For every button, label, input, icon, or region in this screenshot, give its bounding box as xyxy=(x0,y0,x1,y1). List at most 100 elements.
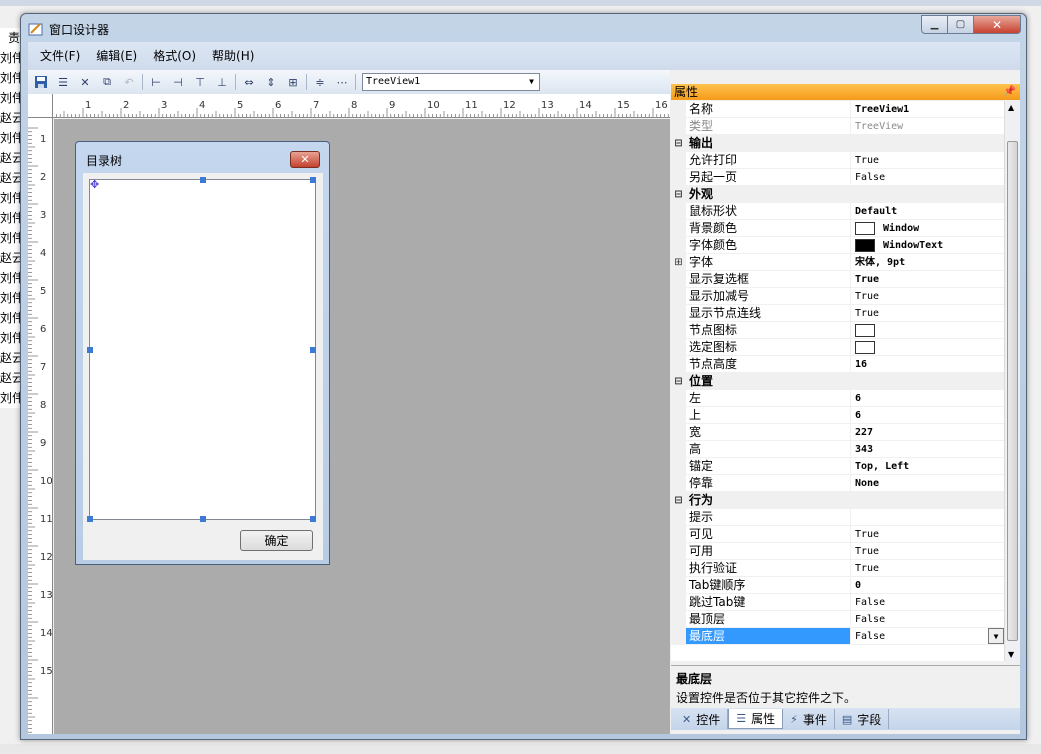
property-row[interactable]: 允许打印 True xyxy=(671,152,1004,169)
property-value[interactable]: False xyxy=(851,611,1004,627)
property-row[interactable]: 可见 True xyxy=(671,526,1004,543)
property-row[interactable]: 左6 xyxy=(671,390,1004,407)
expand-icon[interactable]: ⊞ xyxy=(671,254,686,270)
control-selector-combo[interactable]: TreeView1 ▼ xyxy=(362,73,540,91)
collapse-icon[interactable]: ⊟ xyxy=(671,186,686,202)
property-row[interactable]: 执行验证 True xyxy=(671,560,1004,577)
undo-icon[interactable]: ↶ xyxy=(118,72,140,92)
property-value[interactable]: Default xyxy=(851,203,1004,219)
pin-icon[interactable]: 📌 xyxy=(1004,84,1016,100)
resize-handle[interactable] xyxy=(87,347,93,353)
same-height-icon[interactable]: ⇕ xyxy=(260,72,282,92)
ok-button[interactable]: 确定 xyxy=(240,530,313,551)
property-value[interactable]: True xyxy=(851,305,1004,321)
property-row[interactable]: 最底层 False ▼ xyxy=(671,628,1004,645)
property-value[interactable]: 343 xyxy=(851,441,1004,457)
property-category[interactable]: ⊟ 输出 xyxy=(671,135,1004,152)
resize-handle[interactable] xyxy=(200,177,206,183)
horizontal-spacing-icon[interactable]: ⋯ xyxy=(331,72,353,92)
property-value[interactable] xyxy=(851,509,1004,525)
scroll-down-icon[interactable]: ▼ xyxy=(1008,650,1014,659)
align-left-icon[interactable]: ⊢ xyxy=(145,72,167,92)
resize-handle[interactable] xyxy=(310,516,316,522)
property-row[interactable]: ⊞ 字体 宋体, 9pt xyxy=(671,254,1004,271)
align-right-icon[interactable]: ⊣ xyxy=(167,72,189,92)
property-row[interactable]: 名称 TreeView1 xyxy=(671,101,1004,118)
property-row[interactable]: Tab键顺序 0 xyxy=(671,577,1004,594)
vertical-spacing-icon[interactable]: ≑ xyxy=(309,72,331,92)
menu-help[interactable]: 帮助(H) xyxy=(204,45,262,67)
tab-properties[interactable]: ☰ 属性 xyxy=(728,709,784,729)
property-value[interactable]: True xyxy=(851,271,1004,287)
menu-format[interactable]: 格式(O) xyxy=(145,45,204,67)
property-value[interactable]: TreeView xyxy=(851,118,1004,134)
resize-handle[interactable] xyxy=(310,177,316,183)
property-value[interactable]: True xyxy=(851,288,1004,304)
title-bar[interactable]: 窗口设计器 ▁ ▢ ✕ xyxy=(21,14,1026,42)
property-value[interactable]: True xyxy=(851,526,1004,542)
property-row[interactable]: 节点图标 xyxy=(671,322,1004,339)
treeview-control[interactable]: ✥ xyxy=(87,177,316,522)
resize-handle[interactable] xyxy=(87,516,93,522)
property-value[interactable]: 227 xyxy=(851,424,1004,440)
property-row[interactable]: 高 343 xyxy=(671,441,1004,458)
collapse-icon[interactable]: ⊟ xyxy=(671,373,686,389)
property-row[interactable]: 节点高度 16 xyxy=(671,356,1004,373)
property-row[interactable]: 类型 TreeView xyxy=(671,118,1004,135)
chevron-down-icon[interactable]: ▼ xyxy=(988,628,1004,644)
property-value[interactable]: True xyxy=(851,560,1004,576)
property-value[interactable]: 0 xyxy=(851,577,1004,593)
property-row[interactable]: 选定图标 xyxy=(671,339,1004,356)
property-row[interactable]: 锚定 Top, Left xyxy=(671,458,1004,475)
property-row[interactable]: 显示加减号 True xyxy=(671,288,1004,305)
collapse-icon[interactable]: ⊟ xyxy=(671,135,686,151)
tab-fields[interactable]: ▤ 字段 xyxy=(835,709,890,729)
property-category[interactable]: ⊟ 外观 xyxy=(671,186,1004,203)
tab-events[interactable]: ⚡ 事件 xyxy=(783,709,835,729)
collapse-icon[interactable]: ⊟ xyxy=(671,492,686,508)
same-size-icon[interactable]: ⊞ xyxy=(282,72,304,92)
property-row[interactable]: 可用 True xyxy=(671,543,1004,560)
property-row[interactable]: 显示复选框 True xyxy=(671,271,1004,288)
close-button[interactable]: ✕ xyxy=(974,15,1021,34)
property-row[interactable]: 另起一页 False xyxy=(671,169,1004,186)
property-row[interactable]: 背景颜色 Window xyxy=(671,220,1004,237)
design-form-close-icon[interactable]: ✕ xyxy=(290,151,320,168)
property-row[interactable]: 字体颜色 WindowText xyxy=(671,237,1004,254)
property-value[interactable]: WindowText xyxy=(851,237,1004,253)
property-value[interactable] xyxy=(851,322,1004,338)
property-value[interactable]: 16 xyxy=(851,356,1004,372)
scrollbar-thumb[interactable] xyxy=(1007,141,1018,641)
property-value[interactable]: 6 xyxy=(851,407,1004,423)
property-value[interactable]: False xyxy=(851,594,1004,610)
property-row[interactable]: 上6 xyxy=(671,407,1004,424)
design-form[interactable]: 目录树 ✕ ✥ 确定 xyxy=(75,141,330,565)
property-row[interactable]: 停靠 None xyxy=(671,475,1004,492)
property-value[interactable] xyxy=(851,339,1004,355)
minimize-button[interactable]: ▁ xyxy=(921,15,948,34)
align-top-icon[interactable]: ⊤ xyxy=(189,72,211,92)
resize-handle[interactable] xyxy=(310,347,316,353)
property-category[interactable]: ⊟ 位置 xyxy=(671,373,1004,390)
same-width-icon[interactable]: ⇔ xyxy=(238,72,260,92)
property-value[interactable]: Window xyxy=(851,220,1004,236)
property-value[interactable]: None xyxy=(851,475,1004,491)
property-row[interactable]: 显示节点连线 True xyxy=(671,305,1004,322)
property-value[interactable]: 宋体, 9pt xyxy=(851,254,1004,270)
copy-icon[interactable]: ⧉ xyxy=(96,72,118,92)
save-icon[interactable] xyxy=(30,72,52,92)
property-value[interactable]: 6 xyxy=(851,390,1004,406)
property-row[interactable]: 鼠标形状 Default xyxy=(671,203,1004,220)
property-row[interactable]: 最顶层 False xyxy=(671,611,1004,628)
cut-icon[interactable]: ✕ xyxy=(74,72,96,92)
tab-controls[interactable]: ✕ 控件 xyxy=(675,709,729,729)
menu-edit[interactable]: 编辑(E) xyxy=(88,45,145,67)
maximize-button[interactable]: ▢ xyxy=(948,15,974,34)
align-bottom-icon[interactable]: ⊥ xyxy=(211,72,233,92)
save-all-icon[interactable]: ☰ xyxy=(52,72,74,92)
menu-file[interactable]: 文件(F) xyxy=(32,45,88,67)
property-value[interactable]: False xyxy=(851,169,1004,185)
property-row[interactable]: 提示 xyxy=(671,509,1004,526)
property-value[interactable]: False ▼ xyxy=(851,628,1004,644)
resize-handle[interactable] xyxy=(200,516,206,522)
